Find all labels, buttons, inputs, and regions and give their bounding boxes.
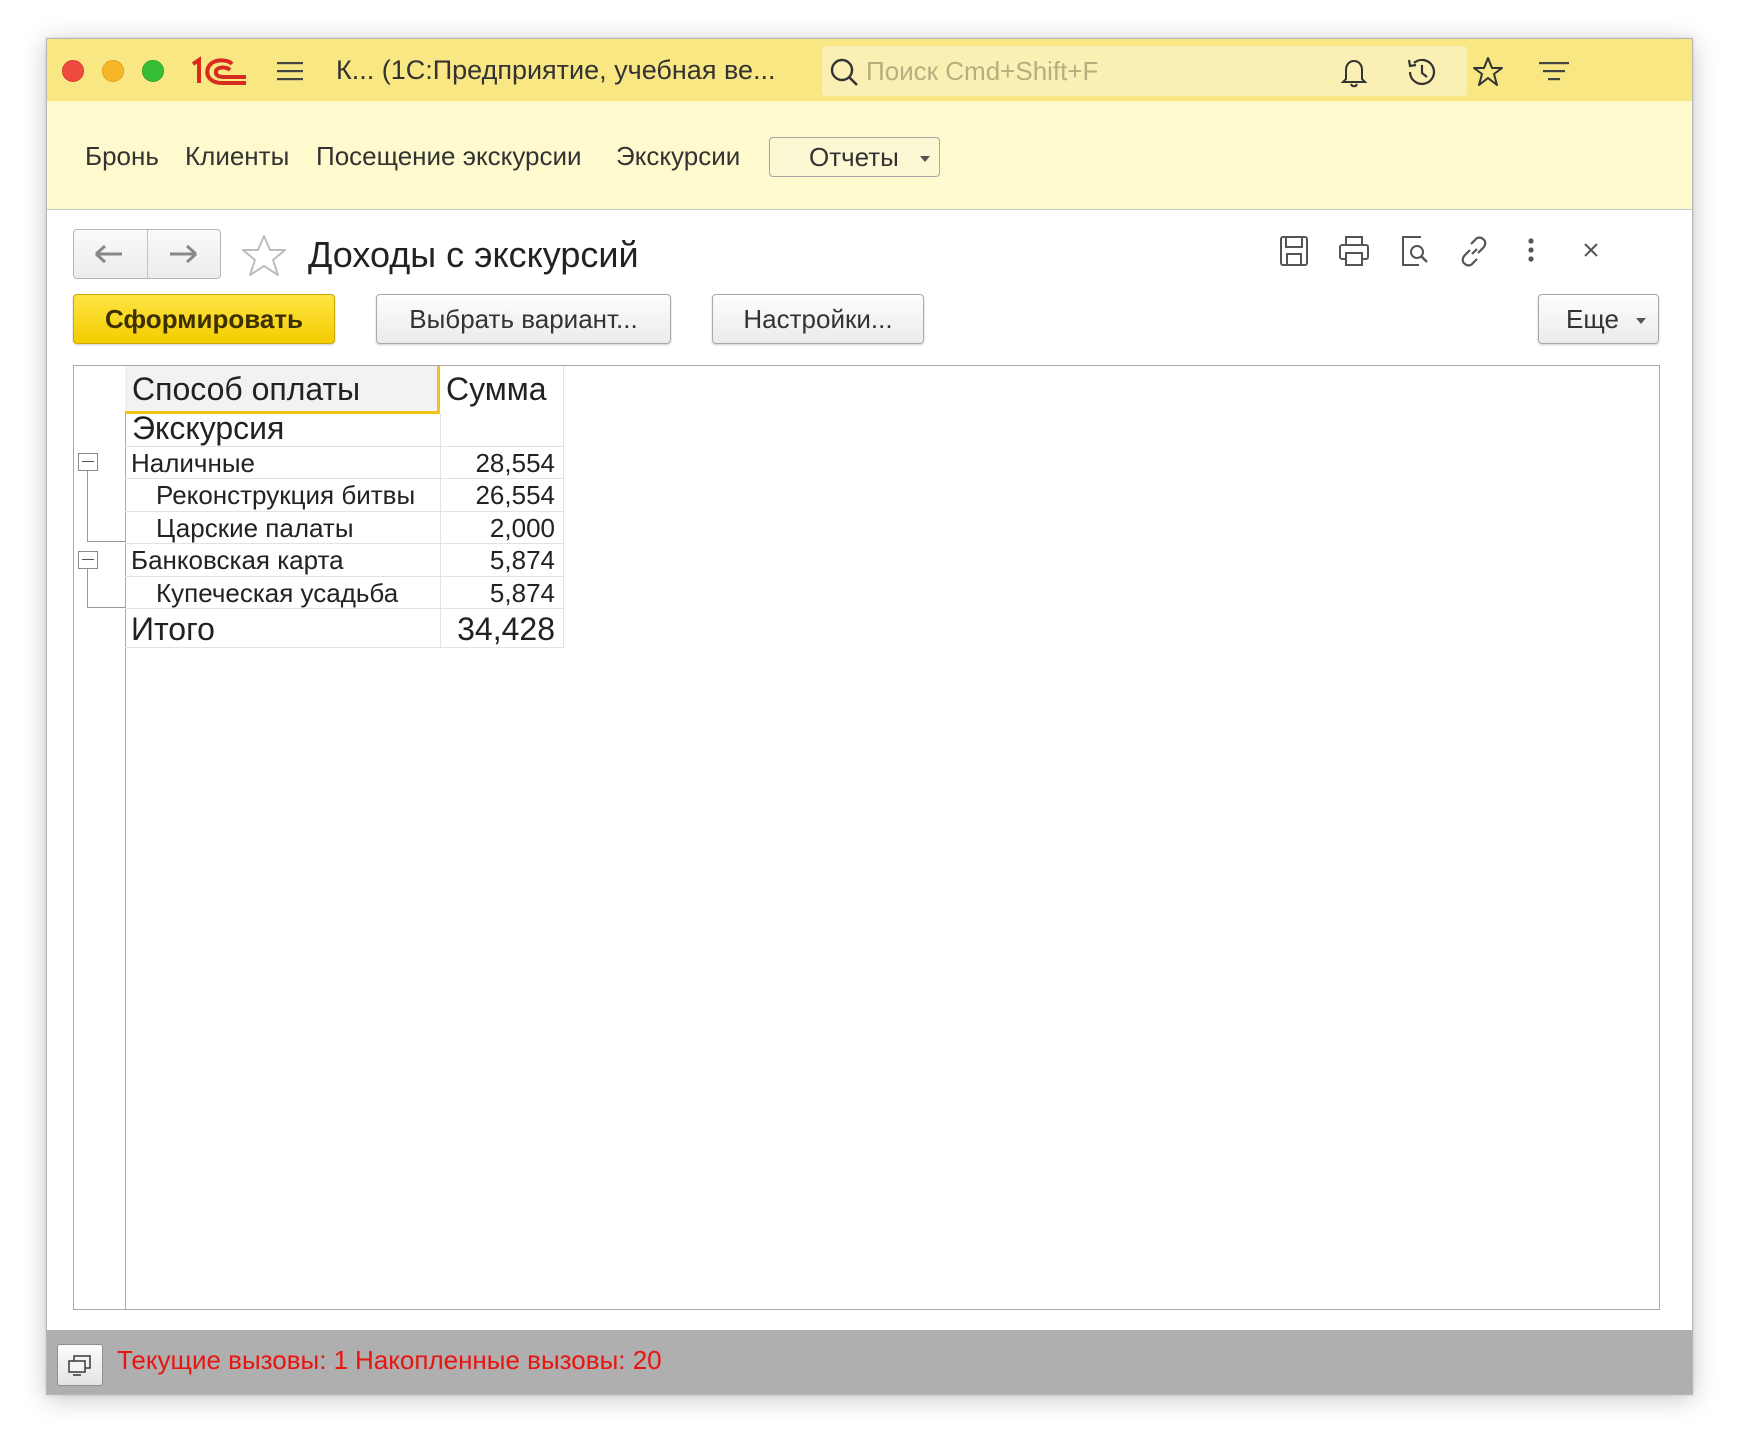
kebab-icon[interactable]	[1514, 233, 1548, 269]
divider	[440, 414, 441, 647]
report-spreadsheet[interactable]: Способ оплаты Сумма Экскурсия Наличные 2…	[73, 365, 1660, 1310]
divider	[147, 230, 148, 278]
row-label: Купеческая усадьба	[156, 578, 399, 608]
save-icon[interactable]	[1277, 233, 1311, 269]
bell-icon[interactable]	[1337, 55, 1371, 89]
header-excursion: Экскурсия	[132, 410, 285, 446]
grouping-gutter	[74, 366, 126, 1309]
divider	[563, 366, 564, 647]
choose-variant-button[interactable]: Выбрать вариант...	[376, 294, 671, 344]
header-payment-method: Способ оплаты	[132, 371, 361, 407]
page-title: Доходы с экскурсий	[308, 234, 639, 275]
chevron-down-icon	[920, 156, 930, 162]
divider	[125, 647, 564, 648]
divider	[125, 478, 564, 479]
collapse-group-toggle[interactable]	[78, 453, 98, 471]
row-value: 5,874	[489, 578, 555, 608]
nav-item-clients[interactable]: Клиенты	[185, 141, 289, 171]
row-value: 26,554	[475, 480, 555, 510]
close-icon[interactable]	[1574, 233, 1608, 269]
row-label: Реконструкция битвы	[156, 480, 416, 510]
tree-line	[87, 471, 88, 541]
status-bar: Текущие вызовы: 1 Накопленные вызовы: 20	[47, 1330, 1692, 1394]
close-window-button[interactable]	[62, 60, 84, 82]
tree-line	[87, 607, 125, 608]
more-button-label: Еще	[1566, 304, 1619, 334]
sections-panel: Бронь Клиенты Посещение экскурсии Экскур…	[47, 101, 1692, 210]
history-icon[interactable]	[1404, 55, 1438, 89]
minimize-window-button[interactable]	[102, 60, 124, 82]
generate-button[interactable]: Сформировать	[73, 294, 335, 344]
nav-item-bron[interactable]: Бронь	[85, 141, 159, 171]
divider	[125, 543, 564, 544]
1c-logo-icon[interactable]	[188, 56, 250, 86]
accumulated-calls-status: Накопленные вызовы: 20	[355, 1345, 662, 1375]
settings-button[interactable]: Настройки...	[712, 294, 924, 344]
row-value: 28,554	[475, 448, 555, 478]
favorite-star-icon[interactable]	[240, 233, 288, 279]
title-bar: К... (1С:Предприятие, учебная ве...	[47, 39, 1692, 102]
tree-line	[87, 569, 88, 607]
total-value: 34,428	[457, 611, 555, 647]
menu-icon[interactable]	[275, 57, 305, 85]
search-icon	[830, 58, 858, 86]
back-arrow-icon[interactable]	[92, 242, 126, 266]
divider	[125, 576, 564, 577]
forward-arrow-icon[interactable]	[166, 242, 200, 266]
divider	[125, 511, 564, 512]
star-icon[interactable]	[1471, 55, 1505, 89]
total-label: Итого	[131, 611, 215, 647]
divider	[125, 608, 564, 609]
tree-line	[87, 541, 125, 542]
reports-button-label: Отчеты	[809, 142, 899, 172]
zoom-window-button[interactable]	[142, 60, 164, 82]
collapse-group-toggle[interactable]	[78, 551, 98, 569]
row-value: 2,000	[489, 513, 555, 543]
row-label: Царские палаты	[156, 513, 354, 543]
link-icon[interactable]	[1457, 233, 1491, 269]
history-navigation	[73, 229, 221, 279]
print-icon[interactable]	[1337, 233, 1371, 269]
nav-item-excursions[interactable]: Экскурсии	[616, 141, 740, 171]
more-menu-icon[interactable]	[1537, 55, 1571, 89]
row-value: 5,874	[489, 545, 555, 575]
app-window: К... (1С:Предприятие, учебная ве... Поис…	[46, 38, 1693, 1395]
row-label: Банковская карта	[131, 545, 344, 575]
more-button[interactable]: Еще	[1538, 294, 1659, 344]
nav-item-visits[interactable]: Посещение экскурсии	[316, 141, 582, 171]
row-label: Наличные	[131, 448, 255, 478]
chevron-down-icon	[1636, 318, 1646, 324]
current-calls-status: Текущие вызовы: 1	[117, 1345, 349, 1375]
monitor-button[interactable]	[57, 1344, 103, 1386]
divider	[125, 446, 564, 447]
monitor-icon	[68, 1355, 91, 1376]
preview-icon[interactable]	[1397, 233, 1431, 269]
window-title: К... (1С:Предприятие, учебная ве...	[336, 55, 776, 85]
reports-dropdown-button[interactable]: Отчеты	[769, 137, 940, 177]
header-sum: Сумма	[446, 371, 547, 407]
